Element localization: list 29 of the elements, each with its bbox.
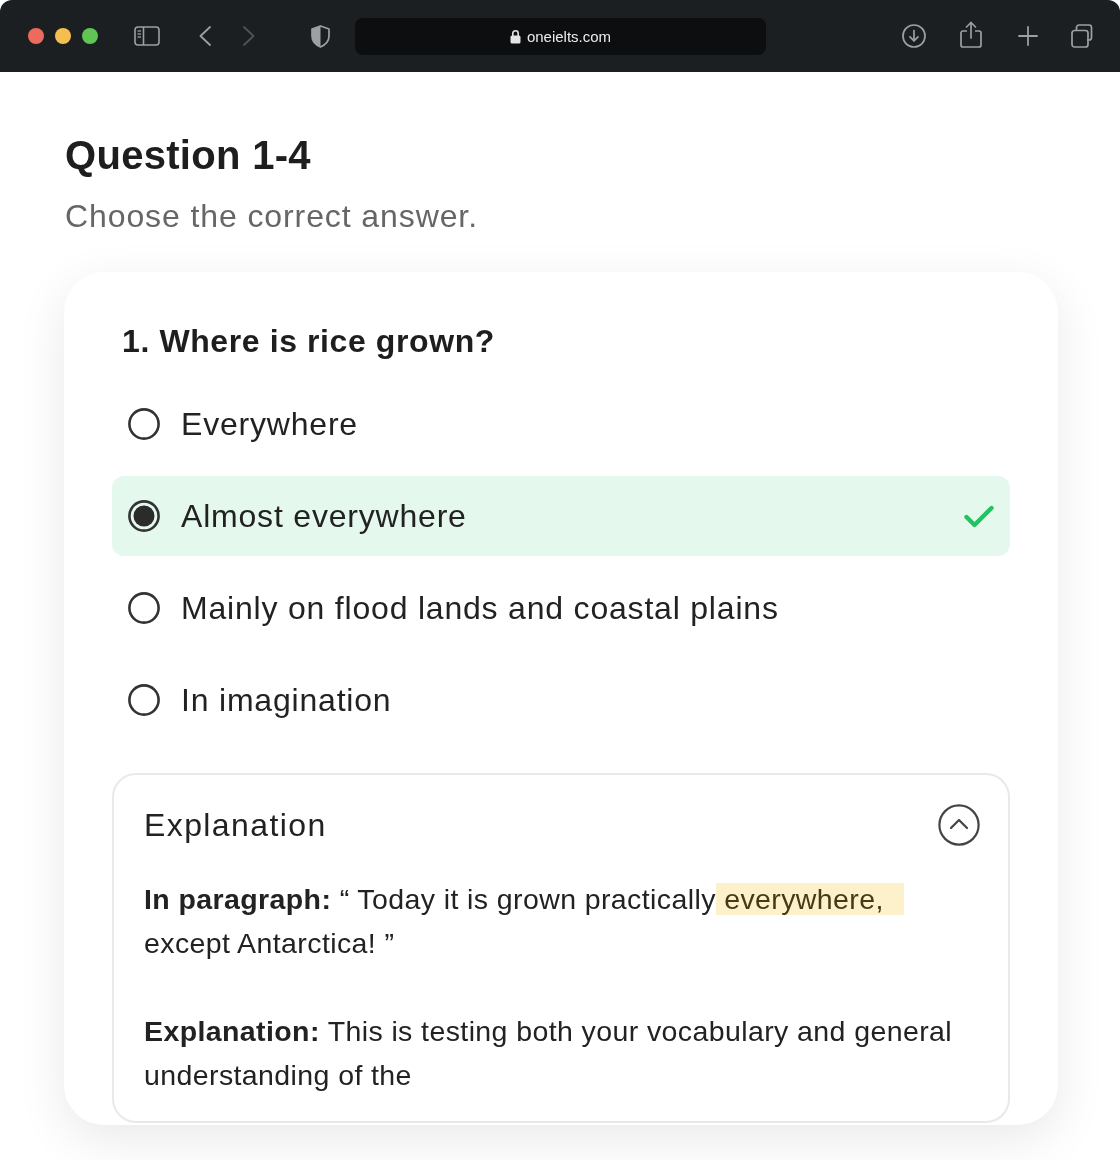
explanation-paragraph: In paragraph: “ Today it is grown practically everywhere, except Antarctica! ” xyxy=(144,877,974,965)
download-icon[interactable] xyxy=(902,24,926,48)
close-window-button[interactable] xyxy=(28,28,44,44)
answer-option[interactable]: In imagination xyxy=(112,660,1010,740)
minimize-window-button[interactable] xyxy=(55,28,71,44)
page-title: Question 1-4 xyxy=(64,132,311,179)
share-icon[interactable] xyxy=(960,20,982,48)
chevron-left-icon[interactable] xyxy=(199,26,211,46)
answer-option[interactable]: Mainly on flood lands and coastal plains xyxy=(112,568,1010,648)
collapse-button[interactable] xyxy=(938,804,980,846)
answer-option[interactable]: Almost everywhere xyxy=(112,476,1010,556)
radio-button[interactable] xyxy=(128,408,160,440)
instruction-text: Choose the correct answer. xyxy=(64,197,478,236)
chevron-up-icon xyxy=(938,804,980,846)
sidebar-icon[interactable] xyxy=(134,26,160,46)
url-text: oneielts.com xyxy=(526,27,612,45)
zoom-window-button[interactable] xyxy=(82,28,98,44)
radio-button[interactable] xyxy=(128,592,160,624)
explanation-title: Explanation xyxy=(144,806,327,845)
shield-icon[interactable] xyxy=(311,24,330,48)
explanation-paragraph: Explanation: This is testing both your vocabulary and general understanding of the xyxy=(144,1014,953,1093)
tabs-icon[interactable] xyxy=(1071,24,1095,48)
lock-icon xyxy=(509,28,521,44)
answer-option[interactable]: Everywhere xyxy=(112,384,1010,464)
radio-button[interactable] xyxy=(128,500,160,532)
question-title: 1. Where is rice grown? xyxy=(122,322,495,361)
plus-icon[interactable] xyxy=(1018,26,1038,46)
radio-button[interactable] xyxy=(128,684,160,716)
address-bar[interactable]: oneielts.com xyxy=(355,17,766,55)
